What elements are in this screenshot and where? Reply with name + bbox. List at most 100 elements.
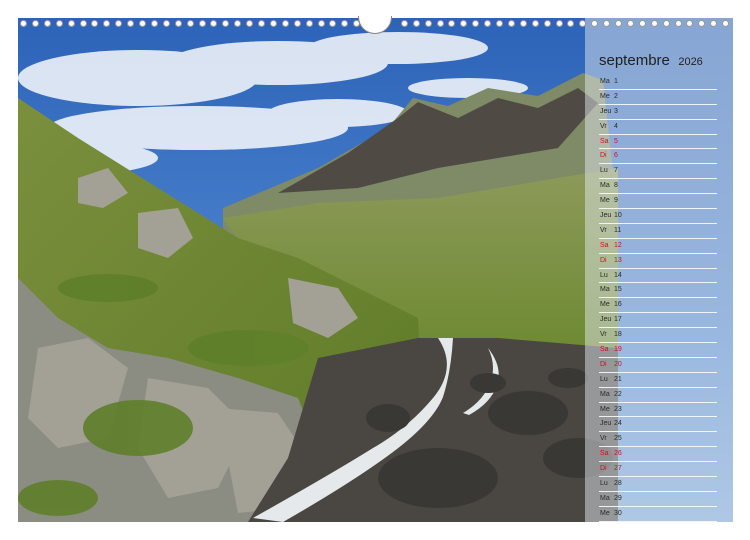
binding-hole (674, 20, 682, 27)
binding-hole (162, 20, 170, 27)
binding-hole (400, 20, 408, 27)
binding-hole (127, 20, 135, 27)
weekday-label: Jeu (600, 107, 612, 115)
binding-hole (567, 20, 575, 27)
binding-hole (293, 20, 301, 27)
day-number: 2 (614, 92, 618, 100)
binding-hole (55, 20, 63, 27)
day-row: Ma 29 (599, 492, 717, 507)
binding-hole (246, 20, 254, 27)
binding-hole (43, 20, 51, 27)
binding-hole (210, 20, 218, 27)
binding-hole (484, 20, 492, 27)
weekday-label: Vr (600, 435, 607, 443)
weekday-label: Ma (600, 78, 610, 85)
day-row: Di 27 (599, 462, 717, 478)
day-number: 1 (614, 78, 618, 85)
binding-hole (186, 20, 194, 27)
weekday-label: Sa (600, 450, 609, 458)
day-number: 19 (614, 346, 622, 354)
binding-hole (424, 20, 432, 27)
day-number: 12 (614, 241, 622, 249)
binding-hole (234, 20, 242, 27)
weekday-label: Vr (600, 331, 607, 339)
day-number: 15 (614, 286, 622, 294)
day-number: 9 (614, 197, 618, 205)
day-number: 25 (614, 435, 622, 443)
year-label: 2026 (678, 56, 703, 68)
binding-hole (507, 20, 515, 27)
day-row: Lu 28 (599, 477, 717, 492)
day-number: 3 (614, 107, 618, 115)
binding-hole (269, 20, 277, 27)
day-row: Vr 25 (599, 432, 717, 448)
weekday-label: Ma (600, 182, 610, 190)
weekday-label: Me (600, 197, 610, 205)
binding-hole (305, 20, 313, 27)
day-number: 29 (614, 494, 622, 502)
day-row: Vr 11 (599, 224, 717, 239)
binding-hole (174, 20, 182, 27)
weekday-label: Lu (600, 271, 608, 279)
weekday-label: Me (600, 301, 610, 309)
day-row: Me 9 (599, 194, 717, 210)
day-row: Lu 21 (599, 373, 717, 388)
weekday-label: Lu (600, 480, 608, 488)
day-number: 8 (614, 182, 618, 190)
binding-hole (543, 20, 551, 27)
binding-hole (436, 20, 444, 27)
binding-hole (710, 20, 718, 27)
day-row: Vr 18 (599, 328, 717, 344)
day-number: 6 (614, 152, 618, 160)
binding-hole (519, 20, 527, 27)
weekday-label: Sa (600, 241, 609, 249)
binding-hole (150, 20, 158, 27)
binding-hole (31, 20, 39, 27)
day-number: 22 (614, 390, 622, 398)
weekday-label: Sa (600, 346, 609, 354)
binding-hole (258, 20, 265, 27)
binding-hole (698, 20, 706, 27)
binding-hole (615, 20, 622, 27)
binding-hole (103, 20, 111, 27)
day-number: 20 (614, 360, 622, 368)
day-row: Ma 22 (599, 388, 717, 403)
binding-hole (79, 20, 87, 27)
binding-hole (222, 20, 230, 27)
day-number: 28 (614, 480, 622, 488)
day-number: 30 (614, 509, 622, 517)
day-row: Jeu 24 (599, 417, 717, 433)
day-row: Sa 5 (599, 135, 717, 150)
day-row: Jeu 3 (599, 105, 717, 120)
binding-hole (591, 20, 599, 27)
day-number: 21 (614, 375, 622, 383)
weekday-label: Lu (600, 375, 608, 383)
weekday-label: Jeu (600, 316, 612, 324)
binding-hole (448, 20, 456, 27)
binding-hole (626, 20, 634, 27)
day-number: 27 (614, 465, 622, 473)
binding-hole (531, 20, 539, 27)
binding-hole (555, 20, 563, 27)
binding-hole (686, 20, 694, 27)
binding-hole (281, 20, 289, 27)
month-name: septembre (599, 52, 670, 69)
weekday-label: Jeu (600, 212, 612, 220)
weekday-label: Sa (600, 137, 609, 145)
binding-hole (662, 20, 670, 27)
day-number: 4 (614, 122, 618, 130)
day-row: Lu 7 (599, 164, 717, 180)
day-row: Di 13 (599, 254, 717, 269)
day-row: Ma 15 (599, 283, 717, 299)
binding-hole (650, 20, 658, 27)
binding-hole (412, 20, 420, 27)
weekday-label: Di (600, 360, 607, 368)
binding-hole (460, 20, 468, 27)
binding-hole (115, 20, 123, 27)
weekday-label: Di (600, 152, 607, 160)
weekday-label: Me (600, 509, 610, 517)
day-row: Me 30 (599, 507, 717, 522)
day-number: 14 (614, 271, 622, 279)
binding-hole (20, 20, 27, 27)
day-row: Jeu 10 (599, 209, 717, 224)
